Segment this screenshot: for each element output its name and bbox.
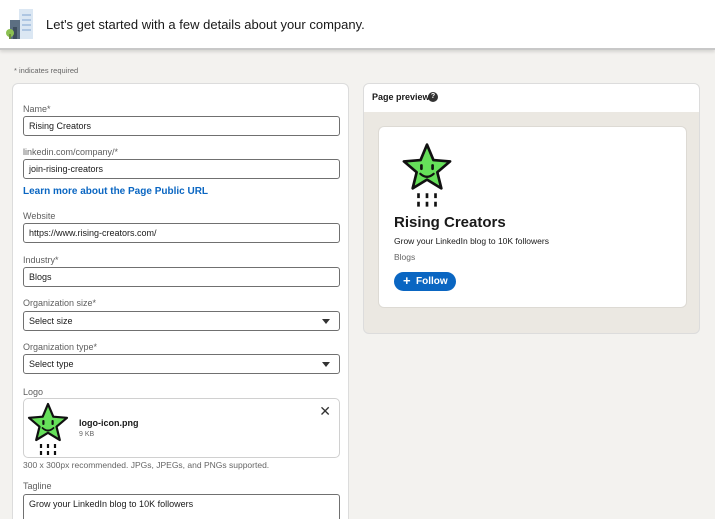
help-icon[interactable]: ? [428, 92, 438, 102]
required-note: * indicates required [14, 66, 79, 75]
org-size-value: Select size [29, 316, 73, 326]
logo-file-name: logo-icon.png [79, 418, 139, 428]
tagline-label: Tagline [23, 481, 52, 491]
preview-company-name: Rising Creators [394, 214, 506, 231]
plus-icon: + [403, 273, 411, 288]
learn-more-link[interactable]: Learn more about the Page Public URL [23, 186, 208, 197]
page-url-input[interactable]: join-rising-creators [23, 159, 340, 179]
website-input[interactable]: https://www.rising-creators.com/ [23, 223, 340, 243]
website-label: Website [23, 211, 56, 221]
org-size-label: Organization size* [23, 298, 97, 308]
org-type-label: Organization type* [23, 342, 98, 352]
logo-hint: 300 x 300px recommended. JPGs, JPEGs, an… [23, 460, 270, 470]
building-illustration-icon [6, 9, 33, 39]
org-type-value: Select type [29, 359, 74, 369]
name-label: Name* [23, 104, 51, 114]
preview-title: Page preview [372, 92, 430, 102]
page-url-label: linkedin.com/company/* [23, 147, 119, 157]
preview-header: Page preview ? [364, 84, 699, 112]
page-header: Let's get started with a few details abo… [0, 0, 715, 50]
preview-tagline: Grow your LinkedIn blog to 10K followers [394, 236, 549, 246]
star-logo-icon [27, 402, 69, 457]
tagline-input[interactable]: Grow your LinkedIn blog to 10K followers [23, 494, 340, 519]
org-size-select[interactable]: Select size [23, 311, 340, 331]
follow-button[interactable]: + Follow [394, 272, 456, 291]
name-input[interactable]: Rising Creators [23, 116, 340, 136]
logo-upload[interactable]: logo-icon.png 9 KB ✕ [23, 398, 340, 458]
company-details-form: Name* Rising Creators linkedin.com/compa… [12, 83, 349, 519]
star-logo-icon [402, 143, 452, 209]
close-icon[interactable]: ✕ [319, 404, 331, 418]
preview-page-card: Rising Creators Grow your LinkedIn blog … [379, 127, 686, 307]
page-title: Let's get started with a few details abo… [46, 17, 365, 32]
industry-input[interactable]: Blogs [23, 267, 340, 287]
follow-label: Follow [416, 276, 448, 287]
chevron-down-icon [322, 362, 330, 367]
org-type-select[interactable]: Select type [23, 354, 340, 374]
industry-label: Industry* [23, 255, 59, 265]
logo-file-size: 9 KB [79, 431, 95, 438]
page-preview-panel: Page preview ? Rising Creators Grow your… [363, 83, 700, 334]
chevron-down-icon [322, 319, 330, 324]
logo-label: Logo [23, 387, 44, 397]
preview-industry: Blogs [394, 252, 416, 262]
